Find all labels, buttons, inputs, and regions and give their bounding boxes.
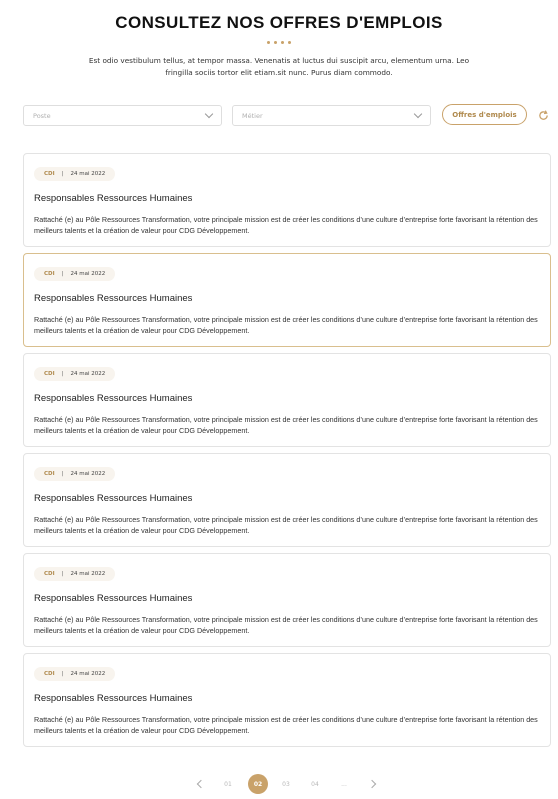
- job-title[interactable]: Responsables Ressources Humaines: [34, 493, 192, 504]
- contract-type: CDI: [44, 671, 55, 677]
- job-description: Rattaché (e) au Pôle Ressources Transfor…: [34, 515, 538, 535]
- chevron-right-icon[interactable]: [367, 774, 377, 794]
- badge-separator: |: [61, 271, 64, 277]
- job-date: 24 mai 2022: [70, 571, 106, 577]
- job-description: Rattaché (e) au Pôle Ressources Transfor…: [34, 615, 538, 635]
- chevron-left-icon[interactable]: [196, 774, 206, 794]
- contract-type: CDI: [44, 571, 55, 577]
- page-link[interactable]: 01: [221, 774, 235, 794]
- contract-type: CDI: [44, 371, 55, 377]
- job-description: Rattaché (e) au Pôle Ressources Transfor…: [34, 715, 538, 735]
- contract-type: CDI: [44, 171, 55, 177]
- page-link[interactable]: 03: [279, 774, 293, 794]
- contract-type: CDI: [44, 471, 55, 477]
- job-card[interactable]: CDI | 24 mai 2022 Responsables Ressources H…: [23, 553, 551, 647]
- page-title: CONSULTEZ NOS OFFRES D'EMPLOIS: [115, 13, 443, 32]
- intro-text: Est odio vestibulum tellus, at tempor ma…: [88, 56, 470, 77]
- job-title[interactable]: Responsables Ressources Humaines: [34, 593, 192, 604]
- job-date: 24 mai 2022: [70, 171, 106, 177]
- job-card[interactable]: CDI | 24 mai 2022 Responsables Ressources H…: [23, 153, 551, 247]
- job-badge: CDI | 24 mai 2022: [34, 367, 116, 381]
- badge-separator: |: [61, 171, 64, 177]
- decoration-dot: [267, 41, 270, 44]
- job-description: Rattaché (e) au Pôle Ressources Transfor…: [34, 215, 538, 235]
- job-badge: CDI | 24 mai 2022: [34, 167, 116, 181]
- poste-select[interactable]: Poste: [23, 105, 222, 126]
- job-card[interactable]: CDI | 24 mai 2022 Responsables Ressources H…: [23, 653, 551, 747]
- offres-emplois-button[interactable]: Offres d'emplois: [442, 104, 527, 125]
- job-date: 24 mai 2022: [70, 371, 106, 377]
- chevron-down-icon: [413, 109, 423, 119]
- metier-placeholder: Métier: [242, 111, 263, 120]
- job-date: 24 mai 2022: [70, 271, 106, 277]
- pagination: 01 02 03 04 ...: [0, 774, 558, 794]
- page-link[interactable]: 04: [308, 774, 322, 794]
- job-badge: CDI | 24 mai 2022: [34, 667, 116, 681]
- chevron-down-icon: [204, 109, 214, 119]
- badge-separator: |: [61, 671, 64, 677]
- contract-type: CDI: [44, 271, 55, 277]
- metier-select[interactable]: Métier: [232, 105, 431, 126]
- badge-separator: |: [61, 471, 64, 477]
- decoration-dot: [274, 41, 277, 44]
- job-title[interactable]: Responsables Ressources Humaines: [34, 193, 192, 204]
- job-card[interactable]: CDI | 24 mai 2022 Responsables Ressources H…: [23, 453, 551, 547]
- job-badge: CDI | 24 mai 2022: [34, 567, 116, 581]
- badge-separator: |: [61, 371, 64, 377]
- job-title[interactable]: Responsables Ressources Humaines: [34, 293, 192, 304]
- badge-separator: |: [61, 571, 64, 577]
- decoration-dot: [281, 41, 284, 44]
- job-description: Rattaché (e) au Pôle Ressources Transfor…: [34, 315, 538, 335]
- job-card[interactable]: CDI | 24 mai 2022 Responsables Ressources H…: [23, 253, 551, 347]
- job-date: 24 mai 2022: [70, 671, 106, 677]
- pagination-ellipsis: ...: [341, 780, 347, 788]
- job-date: 24 mai 2022: [70, 471, 106, 477]
- job-title[interactable]: Responsables Ressources Humaines: [34, 693, 192, 704]
- refresh-icon[interactable]: [536, 108, 550, 122]
- job-description: Rattaché (e) au Pôle Ressources Transfor…: [34, 415, 538, 435]
- job-badge: CDI | 24 mai 2022: [34, 467, 116, 481]
- title-decoration: [0, 41, 558, 44]
- job-card[interactable]: CDI | 24 mai 2022 Responsables Ressources H…: [23, 353, 551, 447]
- job-badge: CDI | 24 mai 2022: [34, 267, 116, 281]
- decoration-dot: [288, 41, 291, 44]
- job-title[interactable]: Responsables Ressources Humaines: [34, 393, 192, 404]
- page-link-current[interactable]: 02: [248, 774, 268, 794]
- poste-placeholder: Poste: [33, 111, 51, 120]
